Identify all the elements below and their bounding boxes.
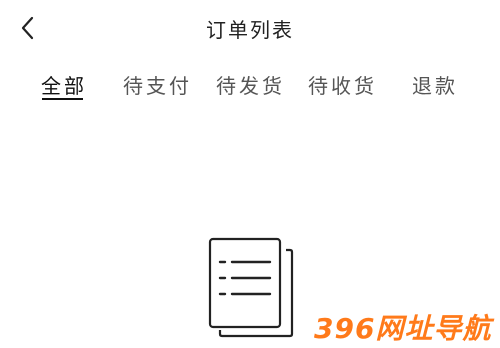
tab-label: 待支付 [123,74,192,98]
tab-pending-receipt[interactable]: 待收货 [308,70,377,106]
active-tab-indicator [42,98,83,100]
tab-all[interactable]: 全部 [41,70,87,106]
order-status-tabs: 全部 待支付 待发货 待收货 退款 [0,70,500,110]
document-list-icon [208,237,294,338]
site-watermark: 396网址导航 [314,312,494,345]
tab-label: 退款 [412,74,458,98]
tab-label: 全部 [41,74,87,98]
order-list-page: 订单列表 全部 待支付 待发货 待收货 退款 396网址导航 [0,0,500,348]
tab-refund[interactable]: 退款 [412,70,458,106]
tab-label: 待发货 [216,74,285,98]
watermark-text: 396网址导航 [314,312,494,345]
tab-label: 待收货 [308,74,377,98]
page-title: 订单列表 [206,18,294,42]
header-bar: 订单列表 [0,0,500,56]
tab-pending-payment[interactable]: 待支付 [123,70,192,106]
tab-pending-shipment[interactable]: 待发货 [216,70,285,106]
